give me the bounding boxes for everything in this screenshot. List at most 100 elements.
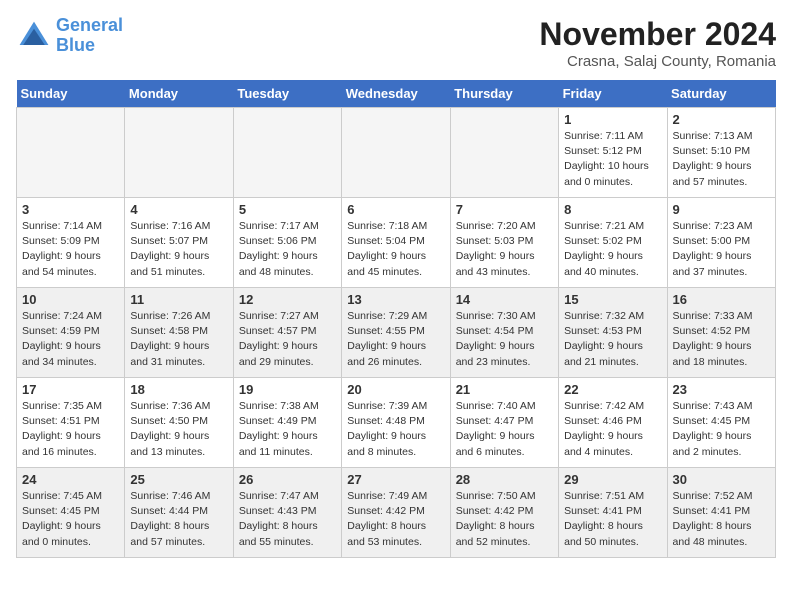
day-info: Sunrise: 7:32 AMSunset: 4:53 PMDaylight:… (564, 309, 661, 370)
weekday-header: Sunday (17, 80, 125, 108)
day-number: 19 (239, 382, 336, 397)
day-info: Sunrise: 7:51 AMSunset: 4:41 PMDaylight:… (564, 489, 661, 550)
day-number: 23 (673, 382, 770, 397)
calendar-cell: 2 Sunrise: 7:13 AMSunset: 5:10 PMDaylight… (667, 108, 775, 198)
calendar-week-row: 10 Sunrise: 7:24 AMSunset: 4:59 PMDayligh… (17, 288, 776, 378)
day-number: 27 (347, 472, 444, 487)
calendar-cell: 24 Sunrise: 7:45 AMSunset: 4:45 PMDayligh… (17, 468, 125, 558)
calendar-cell: 25Sunrise: 7:46 AMSunset: 4:44 PMDayligh… (125, 468, 233, 558)
day-info: Sunrise: 7:24 AMSunset: 4:59 PMDaylight:… (22, 309, 119, 370)
day-info: Sunrise: 7:50 AMSunset: 4:42 PMDaylight:… (456, 489, 553, 550)
day-number: 6 (347, 202, 444, 217)
day-info: Sunrise: 7:18 AMSunset: 5:04 PMDaylight:… (347, 219, 444, 280)
day-number: 18 (130, 382, 227, 397)
day-info: Sunrise: 7:21 AMSunset: 5:02 PMDaylight:… (564, 219, 661, 280)
day-number: 2 (673, 112, 770, 127)
calendar-cell: 5Sunrise: 7:17 AMSunset: 5:06 PMDaylight… (233, 198, 341, 288)
day-info: Sunrise: 7:26 AMSunset: 4:58 PMDaylight:… (130, 309, 227, 370)
month-title: November 2024 (539, 16, 776, 53)
calendar-cell: 3 Sunrise: 7:14 AMSunset: 5:09 PMDaylight… (17, 198, 125, 288)
day-number: 11 (130, 292, 227, 307)
calendar-week-row: 3 Sunrise: 7:14 AMSunset: 5:09 PMDaylight… (17, 198, 776, 288)
day-number: 3 (22, 202, 119, 217)
day-info: Sunrise: 7:11 AMSunset: 5:12 PMDaylight:… (564, 129, 661, 190)
weekday-header: Wednesday (342, 80, 450, 108)
day-number: 28 (456, 472, 553, 487)
weekday-header-row: SundayMondayTuesdayWednesdayThursdayFrid… (17, 80, 776, 108)
calendar-cell: 14 Sunrise: 7:30 AMSunset: 4:54 PMDayligh… (450, 288, 558, 378)
calendar-cell: 13Sunrise: 7:29 AMSunset: 4:55 PMDayligh… (342, 288, 450, 378)
day-number: 24 (22, 472, 119, 487)
weekday-header: Saturday (667, 80, 775, 108)
weekday-header: Monday (125, 80, 233, 108)
calendar-cell: 27 Sunrise: 7:49 AMSunset: 4:42 PMDayligh… (342, 468, 450, 558)
day-number: 8 (564, 202, 661, 217)
calendar-cell: 4 Sunrise: 7:16 AMSunset: 5:07 PMDaylight… (125, 198, 233, 288)
calendar-cell: 21 Sunrise: 7:40 AMSunset: 4:47 PMDayligh… (450, 378, 558, 468)
page-header: General Blue November 2024 Crasna, Salaj… (16, 16, 776, 70)
calendar-week-row: 1Sunrise: 7:11 AMSunset: 5:12 PMDaylight… (17, 108, 776, 198)
day-number: 13 (347, 292, 444, 307)
day-info: Sunrise: 7:38 AMSunset: 4:49 PMDaylight:… (239, 399, 336, 460)
day-number: 20 (347, 382, 444, 397)
calendar-cell: 22 Sunrise: 7:42 AMSunset: 4:46 PMDayligh… (559, 378, 667, 468)
day-number: 12 (239, 292, 336, 307)
day-info: Sunrise: 7:45 AMSunset: 4:45 PMDaylight:… (22, 489, 119, 550)
day-number: 10 (22, 292, 119, 307)
title-block: November 2024 Crasna, Salaj County, Roma… (539, 16, 776, 70)
calendar-cell: 28 Sunrise: 7:50 AMSunset: 4:42 PMDayligh… (450, 468, 558, 558)
day-number: 9 (673, 202, 770, 217)
calendar-cell: 9 Sunrise: 7:23 AMSunset: 5:00 PMDaylight… (667, 198, 775, 288)
logo-icon (16, 18, 52, 54)
calendar-cell: 29 Sunrise: 7:51 AMSunset: 4:41 PMDayligh… (559, 468, 667, 558)
day-info: Sunrise: 7:17 AMSunset: 5:06 PMDaylight:… (239, 219, 336, 280)
location-subtitle: Crasna, Salaj County, Romania (539, 53, 776, 70)
logo: General Blue (16, 16, 123, 56)
day-number: 25 (130, 472, 227, 487)
calendar-cell: 1Sunrise: 7:11 AMSunset: 5:12 PMDaylight… (559, 108, 667, 198)
calendar-cell: 15 Sunrise: 7:32 AMSunset: 4:53 PMDayligh… (559, 288, 667, 378)
weekday-header: Thursday (450, 80, 558, 108)
day-info: Sunrise: 7:49 AMSunset: 4:42 PMDaylight:… (347, 489, 444, 550)
day-info: Sunrise: 7:20 AMSunset: 5:03 PMDaylight:… (456, 219, 553, 280)
day-info: Sunrise: 7:52 AMSunset: 4:41 PMDaylight:… (673, 489, 770, 550)
calendar-table: SundayMondayTuesdayWednesdayThursdayFrid… (16, 80, 776, 558)
weekday-header: Tuesday (233, 80, 341, 108)
day-number: 29 (564, 472, 661, 487)
calendar-cell (17, 108, 125, 198)
day-info: Sunrise: 7:14 AMSunset: 5:09 PMDaylight:… (22, 219, 119, 280)
day-info: Sunrise: 7:30 AMSunset: 4:54 PMDaylight:… (456, 309, 553, 370)
calendar-cell: 11 Sunrise: 7:26 AMSunset: 4:58 PMDayligh… (125, 288, 233, 378)
calendar-cell: 20Sunrise: 7:39 AMSunset: 4:48 PMDayligh… (342, 378, 450, 468)
day-info: Sunrise: 7:23 AMSunset: 5:00 PMDaylight:… (673, 219, 770, 280)
day-info: Sunrise: 7:16 AMSunset: 5:07 PMDaylight:… (130, 219, 227, 280)
day-info: Sunrise: 7:33 AMSunset: 4:52 PMDaylight:… (673, 309, 770, 370)
day-number: 30 (673, 472, 770, 487)
calendar-cell (342, 108, 450, 198)
day-info: Sunrise: 7:35 AMSunset: 4:51 PMDaylight:… (22, 399, 119, 460)
calendar-cell: 12 Sunrise: 7:27 AMSunset: 4:57 PMDayligh… (233, 288, 341, 378)
weekday-header: Friday (559, 80, 667, 108)
day-number: 7 (456, 202, 553, 217)
day-info: Sunrise: 7:40 AMSunset: 4:47 PMDaylight:… (456, 399, 553, 460)
calendar-cell: 30 Sunrise: 7:52 AMSunset: 4:41 PMDayligh… (667, 468, 775, 558)
calendar-cell: 17 Sunrise: 7:35 AMSunset: 4:51 PMDayligh… (17, 378, 125, 468)
day-info: Sunrise: 7:43 AMSunset: 4:45 PMDaylight:… (673, 399, 770, 460)
calendar-cell: 8 Sunrise: 7:21 AMSunset: 5:02 PMDaylight… (559, 198, 667, 288)
day-info: Sunrise: 7:42 AMSunset: 4:46 PMDaylight:… (564, 399, 661, 460)
calendar-cell: 10 Sunrise: 7:24 AMSunset: 4:59 PMDayligh… (17, 288, 125, 378)
day-info: Sunrise: 7:13 AMSunset: 5:10 PMDaylight:… (673, 129, 770, 190)
day-number: 17 (22, 382, 119, 397)
day-info: Sunrise: 7:47 AMSunset: 4:43 PMDaylight:… (239, 489, 336, 550)
day-number: 4 (130, 202, 227, 217)
calendar-week-row: 17 Sunrise: 7:35 AMSunset: 4:51 PMDayligh… (17, 378, 776, 468)
calendar-cell (233, 108, 341, 198)
day-info: Sunrise: 7:27 AMSunset: 4:57 PMDaylight:… (239, 309, 336, 370)
calendar-cell (125, 108, 233, 198)
day-number: 15 (564, 292, 661, 307)
calendar-week-row: 24 Sunrise: 7:45 AMSunset: 4:45 PMDayligh… (17, 468, 776, 558)
calendar-cell: 26Sunrise: 7:47 AMSunset: 4:43 PMDayligh… (233, 468, 341, 558)
day-number: 21 (456, 382, 553, 397)
day-number: 22 (564, 382, 661, 397)
day-number: 14 (456, 292, 553, 307)
